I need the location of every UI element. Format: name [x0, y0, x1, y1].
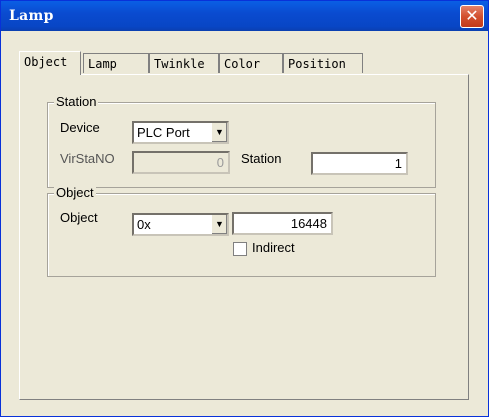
chevron-down-icon[interactable]: ▼	[211, 123, 227, 142]
tab-color[interactable]: Color	[219, 53, 283, 73]
station-group: Station Device PLC Port ▼ VirStaNO 0 Sta…	[47, 94, 436, 188]
virstano-label: VirStaNO	[60, 151, 115, 166]
close-icon: ✕	[465, 6, 479, 25]
object-type-value: 0x	[137, 217, 151, 232]
title-bar[interactable]: Lamp ✕	[1, 1, 488, 31]
tab-position[interactable]: Position	[283, 53, 363, 73]
object-group: Object Object 0x ▼ 16448 Indirect	[47, 185, 436, 277]
object-tab-page: Station Device PLC Port ▼ VirStaNO 0 Sta…	[19, 74, 469, 400]
object-label: Object	[60, 210, 98, 225]
window-title: Lamp	[9, 8, 54, 24]
close-button[interactable]: ✕	[460, 5, 484, 28]
lamp-dialog: Lamp ✕ Object Lamp Twinkle Color Positio…	[0, 0, 489, 417]
object-address-field[interactable]: 16448	[232, 212, 333, 235]
indirect-label[interactable]: Indirect	[252, 240, 295, 255]
tab-lamp[interactable]: Lamp	[83, 53, 149, 73]
station-group-legend: Station	[54, 94, 99, 109]
device-select[interactable]: PLC Port ▼	[132, 121, 229, 144]
device-select-value: PLC Port	[137, 125, 190, 140]
tab-object[interactable]: Object	[19, 51, 81, 75]
chevron-down-icon[interactable]: ▼	[211, 215, 227, 234]
indirect-checkbox[interactable]	[233, 242, 247, 256]
object-type-select[interactable]: 0x ▼	[132, 213, 229, 236]
virstano-field[interactable]: 0	[132, 151, 230, 174]
object-group-legend: Object	[54, 185, 96, 200]
station-field[interactable]: 1	[311, 152, 408, 175]
tab-twinkle[interactable]: Twinkle	[149, 53, 219, 73]
station-label: Station	[241, 151, 282, 166]
device-label: Device	[60, 120, 100, 135]
